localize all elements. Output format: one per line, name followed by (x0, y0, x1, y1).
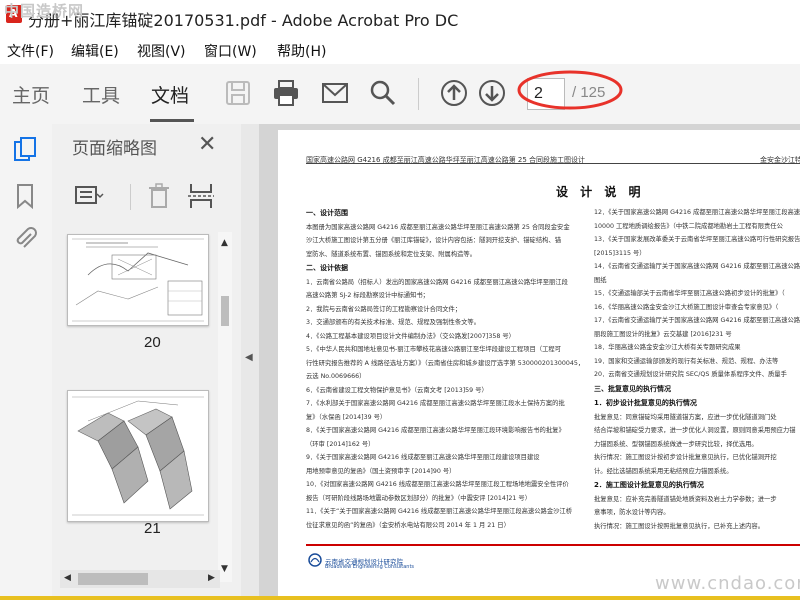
body-text-line: 室防水、隧道系统布置、锚固系统和定位支架、附属构造等。 (306, 250, 477, 258)
body-text-line: 本图册为国家高速公路网 G4216 成都至丽江高速公路华坪至丽江高速公路第 25… (306, 223, 570, 231)
body-text-line: 1．云南省公路局（招标人）发出的国家高速公路网 G4216 成都至丽江高速公路华… (306, 278, 568, 286)
body-text-line: 力锚固系统、型钢锚固系统做进一步研究比较，择优选用。 (594, 440, 758, 448)
body-text-line: 9．《关于国家高速公路网 G4216 线成都至丽江高速公路华坪至丽江段建设项目建… (306, 454, 540, 461)
body-text-line: 计。经比选锚固系统采用无粘结预应力锚固系统。 (594, 467, 733, 475)
section-heading: 二、设计依据 (306, 264, 348, 272)
footer-rule (306, 544, 800, 546)
section-heading: 三、批复意见的执行情况 (594, 384, 671, 393)
body-text-line: 位征求意见的函”的复函》（金安桥水电站有限公司 2014 年 1 月 21 日） (306, 521, 510, 529)
body-text-line: 批复意见：应补充完善隧道锚处地质资料及岩土力学参数；进一步 (594, 495, 777, 503)
body-text-line: 17．《云南省交通运输厅关于国家高速公路网 G4216 成都至丽江高速公路华坪至 (594, 317, 800, 324)
body-text-line: 11．《关于“关于国家高速公路网 G4216 线成都至丽江高速公路华坪至丽江段高… (306, 508, 573, 515)
body-text-line: 2．我院与云南省公路局签订的工程勘察设计合同文件； (306, 305, 462, 313)
body-text-line: 18．华丽高速公路金安金沙江大桥有关专题研究成果 (594, 344, 741, 351)
body-text-line: 报告（可研阶段线路场地震动参数区划部分）的批复》（中震安评 [2014]21 号… (306, 494, 532, 502)
body-text-line: 8．《关于国家高速公路网 G4216 成都至丽江高速公路华坪至丽江段环境影响报告… (306, 427, 565, 434)
body-text-line: 15．《交通运输部关于云南省华坪至丽江高速公路初步设计的批复》（ (594, 290, 785, 297)
body-text-line: 意事项，防水设计等内容。 (594, 509, 670, 516)
body-text-line: 12．《关于国家高速公路网 G4216 成都至丽江高速公路华坪至丽江段高速公路第… (594, 209, 800, 216)
body-text-line: 行性研究报告推荐的 A 线路径选址方案）》（云南省住房和城乡建设厅选字第 530… (306, 359, 585, 367)
body-text-line: 6．《云南省建设工程文物保护意见书》（云南文考 [2013]59 号） (306, 386, 488, 394)
body-text-line: [2015]3115 号） (594, 249, 646, 257)
body-text-line: 13．《关于国家发展改革委关于云南省华坪至丽江高速公路可行性研究报告（ (594, 236, 800, 243)
body-text-line: 云选 No.0069666） (306, 373, 366, 380)
section-heading: 2．施工图设计批复意见的执行情况 (594, 481, 704, 489)
body-text-line: 4．《公路工程基本建设项目设计文件编制办法》（交公路发[2007]358 号） (306, 332, 515, 340)
body-text-line: 沙江大桥施工图设计第五分册《丽江库锚碇》，设计内容包括：隧洞开挖支护、锚碇结构、… (306, 237, 562, 244)
body-text-line: 3．交通部颁布的有关技术标准、规范、规程及强制性条文等。 (306, 319, 481, 326)
body-text-line: 图纸 (594, 276, 607, 284)
section-heading: 一、设计范围 (306, 209, 348, 217)
section-heading: 1．初步设计批复意见的执行情况 (594, 399, 697, 407)
body-text-line: 执行情况：施工图设计按初步设计批复意见执行，已优化锚洞开挖 (594, 454, 777, 461)
body-text-line: 16．《华丽高速公路金安金沙江大桥施工图设计审查会专家意见》（ (594, 303, 779, 311)
body-text-line: 19．国家和交通运输部颁发的现行有关标准、规范、规程、办法等 (594, 357, 779, 365)
body-text-line: 10．《对国家高速公路网 G4216 线成都至丽江高速公路华坪至丽江段工程场地地… (306, 481, 569, 488)
window-bottom-border (0, 596, 800, 600)
body-text-line: 高速公路第 SJ-2 标段勘察设计中标通知书； (306, 292, 429, 299)
site-watermark-url: www.cndao.com (655, 573, 800, 594)
body-text-line: 20．云南省交通规划设计研究院 SEC/QS 质量体系程序文件、质量手 (594, 371, 787, 378)
body-text-line: 复》（水保函 [2014]39 号） (306, 413, 387, 421)
body-text-line: 10000 工程地质调绘报告》（中铁二院成都地勘岩土工程有限责任公 (594, 222, 783, 230)
body-text-line: 批复意见：同意锚碇均采用隧道锚方案，应进一步优化隧道洞门处 (594, 413, 777, 421)
body-text-line: 7．《水利部关于国家高速公路网 G4216 成都至丽江高速公路华坪至丽江段水土保… (306, 400, 565, 407)
institute-logo-icon (308, 553, 322, 567)
body-text-line: （环审 [2014]162 号） (306, 440, 375, 448)
footer-organization-en: Broadview Engineering Consultants (325, 564, 415, 570)
body-text-line: 执行情况：施工图设计按照批复意见执行，已补充上述内容。 (594, 522, 765, 530)
body-text-line: 5．《中华人民共和国地址意见书-丽江市攀枝花高速公路丽江至华坪段建设工程项目（工… (306, 346, 562, 353)
body-text-line: 用地预审意见的复函》（国土资预审字 [2014]90 号） (306, 467, 456, 475)
body-text-line: 丽段施工图设计的批复》云交基建 [2016]231 号 (594, 330, 732, 338)
body-text-line: 结合岸坡和锚碇受力要求，进一步优化人洞设置，原则同意采用预应力锚 (594, 427, 796, 434)
body-text-line: 14．《云南省交通运输厅关于国家高速公路网 G4216 成都至丽江高速公路华坪至 (594, 263, 800, 270)
